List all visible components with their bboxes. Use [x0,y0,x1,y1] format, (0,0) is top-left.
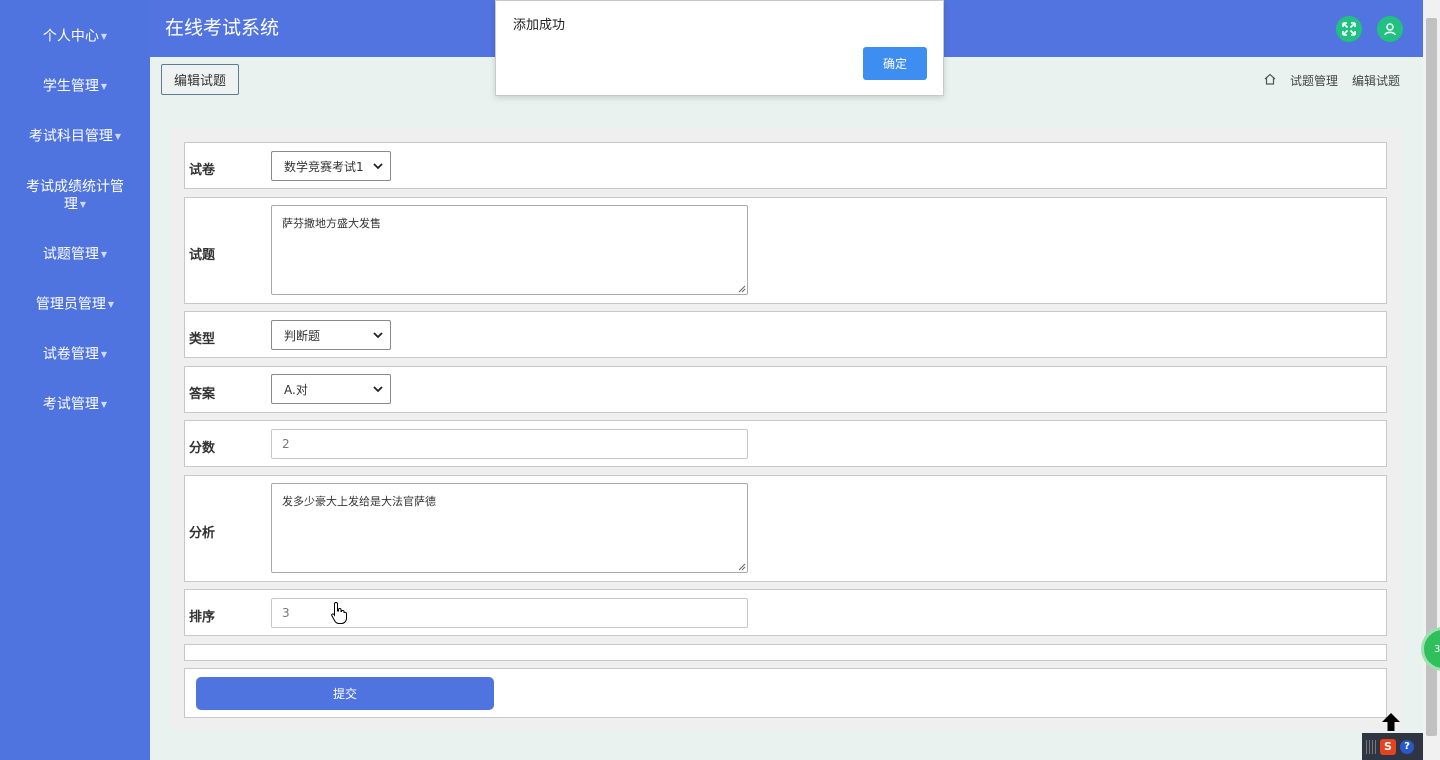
sidebar-item-label: 考试科目管理 [28,128,113,145]
sidebar-item-label: 学生管理 [42,78,99,95]
paper-select[interactable]: 数学竞赛考试1 [271,151,391,181]
system-tray: S ? [1362,733,1423,760]
tab-edit-question[interactable]: 编辑试题 [161,64,239,95]
breadcrumb-item[interactable]: 试题管理 [1290,72,1338,89]
sidebar-item-paper-management[interactable]: 试卷管理 ▼ [0,346,150,364]
answer-select-value: A.对 [284,382,308,397]
paper-label: 试卷 [189,163,216,178]
chevron-down-icon [373,386,383,393]
form-row-type: 类型 判断题 [184,311,1387,358]
sidebar-item-label: 个人中心 [42,28,99,45]
paper-select-value: 数学竞赛考试1 [284,159,364,174]
chevron-down-icon: ▼ [79,200,87,209]
form-row-empty [184,644,1387,661]
type-select[interactable]: 判断题 [271,320,391,350]
sidebar-item-score-statistics[interactable]: 考试成绩统计管理 ▼ [0,179,150,214]
chevron-down-icon: ▼ [100,400,108,409]
chevron-down-icon: ▼ [100,82,108,91]
form-row-paper: 试卷 数学竞赛考试1 [184,142,1387,189]
chevron-down-icon [373,163,383,170]
form-row-analysis: 分析 发多少豪大上发给是大法官萨德 [184,475,1387,582]
sidebar-item-subject-management[interactable]: 考试科目管理 ▼ [0,128,150,146]
sidebar-item-exam-management[interactable]: 考试管理 ▼ [0,396,150,414]
sidebar-item-label: 考试成绩统计管理 [26,179,124,213]
user-icon[interactable] [1377,16,1403,42]
question-textarea[interactable]: 萨芬撒地方盛大发售 [271,205,748,295]
sidebar: 个人中心 ▼ 学生管理 ▼ 考试科目管理 ▼ 考试成绩统计管理 ▼ 试题管理 ▼ 管理员管… [0,0,150,760]
arrow-up-icon[interactable] [1381,712,1401,732]
grip-icon[interactable] [1366,739,1376,754]
chevron-down-icon: ▼ [100,350,108,359]
sidebar-item-label: 考试管理 [42,396,99,413]
chevron-down-icon [373,332,383,339]
analysis-textarea[interactable]: 发多少豪大上发给是大法官萨德 [271,483,748,573]
chevron-down-icon: ▼ [100,250,108,259]
sidebar-item-admin-management[interactable]: 管理员管理 ▼ [0,296,150,314]
analysis-textarea-value: 发多少豪大上发给是大法官萨德 [282,495,436,508]
chevron-down-icon: ▼ [100,32,108,41]
chevron-down-icon: ▼ [114,132,122,141]
answer-select[interactable]: A.对 [271,374,391,404]
analysis-label: 分析 [189,526,216,541]
sidebar-item-label: 管理员管理 [35,296,106,313]
form-row-question: 试题 萨芬撒地方盛大发售 [184,197,1387,304]
form-row-answer: 答案 A.对 [184,366,1387,413]
dialog-message: 添加成功 [513,18,566,33]
type-label: 类型 [189,332,216,347]
breadcrumb: 试题管理 编辑试题 [1264,72,1400,89]
success-dialog: 添加成功 确定 [495,0,944,96]
dialog-ok-button[interactable]: 确定 [863,47,927,80]
question-label: 试题 [189,248,216,263]
question-textarea-value: 萨芬撒地方盛大发售 [282,217,381,230]
fullscreen-icon[interactable] [1336,16,1362,42]
order-label: 排序 [189,610,216,625]
form-row-order: 排序 3 [184,589,1387,636]
type-select-value: 判断题 [284,328,321,343]
sidebar-item-label: 试题管理 [42,246,99,263]
hand-cursor-icon [331,601,347,624]
sogou-s-icon[interactable]: S [1380,738,1396,755]
submit-button[interactable]: 提交 [196,677,494,710]
sidebar-item-question-management[interactable]: 试题管理 ▼ [0,246,150,264]
sidebar-item-student-management[interactable]: 学生管理 ▼ [0,78,150,96]
home-icon[interactable] [1264,73,1276,88]
resize-handle-icon[interactable] [738,285,746,293]
form-row-score: 分数 2 [184,420,1387,467]
score-label: 分数 [189,441,216,456]
answer-label: 答案 [189,387,216,402]
resize-handle-icon[interactable] [738,563,746,571]
score-input[interactable]: 2 [271,429,748,459]
sidebar-item-personal-center[interactable]: 个人中心 ▼ [0,28,150,46]
app-title: 在线考试系统 [165,17,280,39]
help-icon[interactable]: ? [1400,739,1414,754]
sidebar-item-label: 试卷管理 [42,346,99,363]
breadcrumb-item: 编辑试题 [1351,74,1400,88]
chevron-down-icon: ▼ [107,300,115,309]
